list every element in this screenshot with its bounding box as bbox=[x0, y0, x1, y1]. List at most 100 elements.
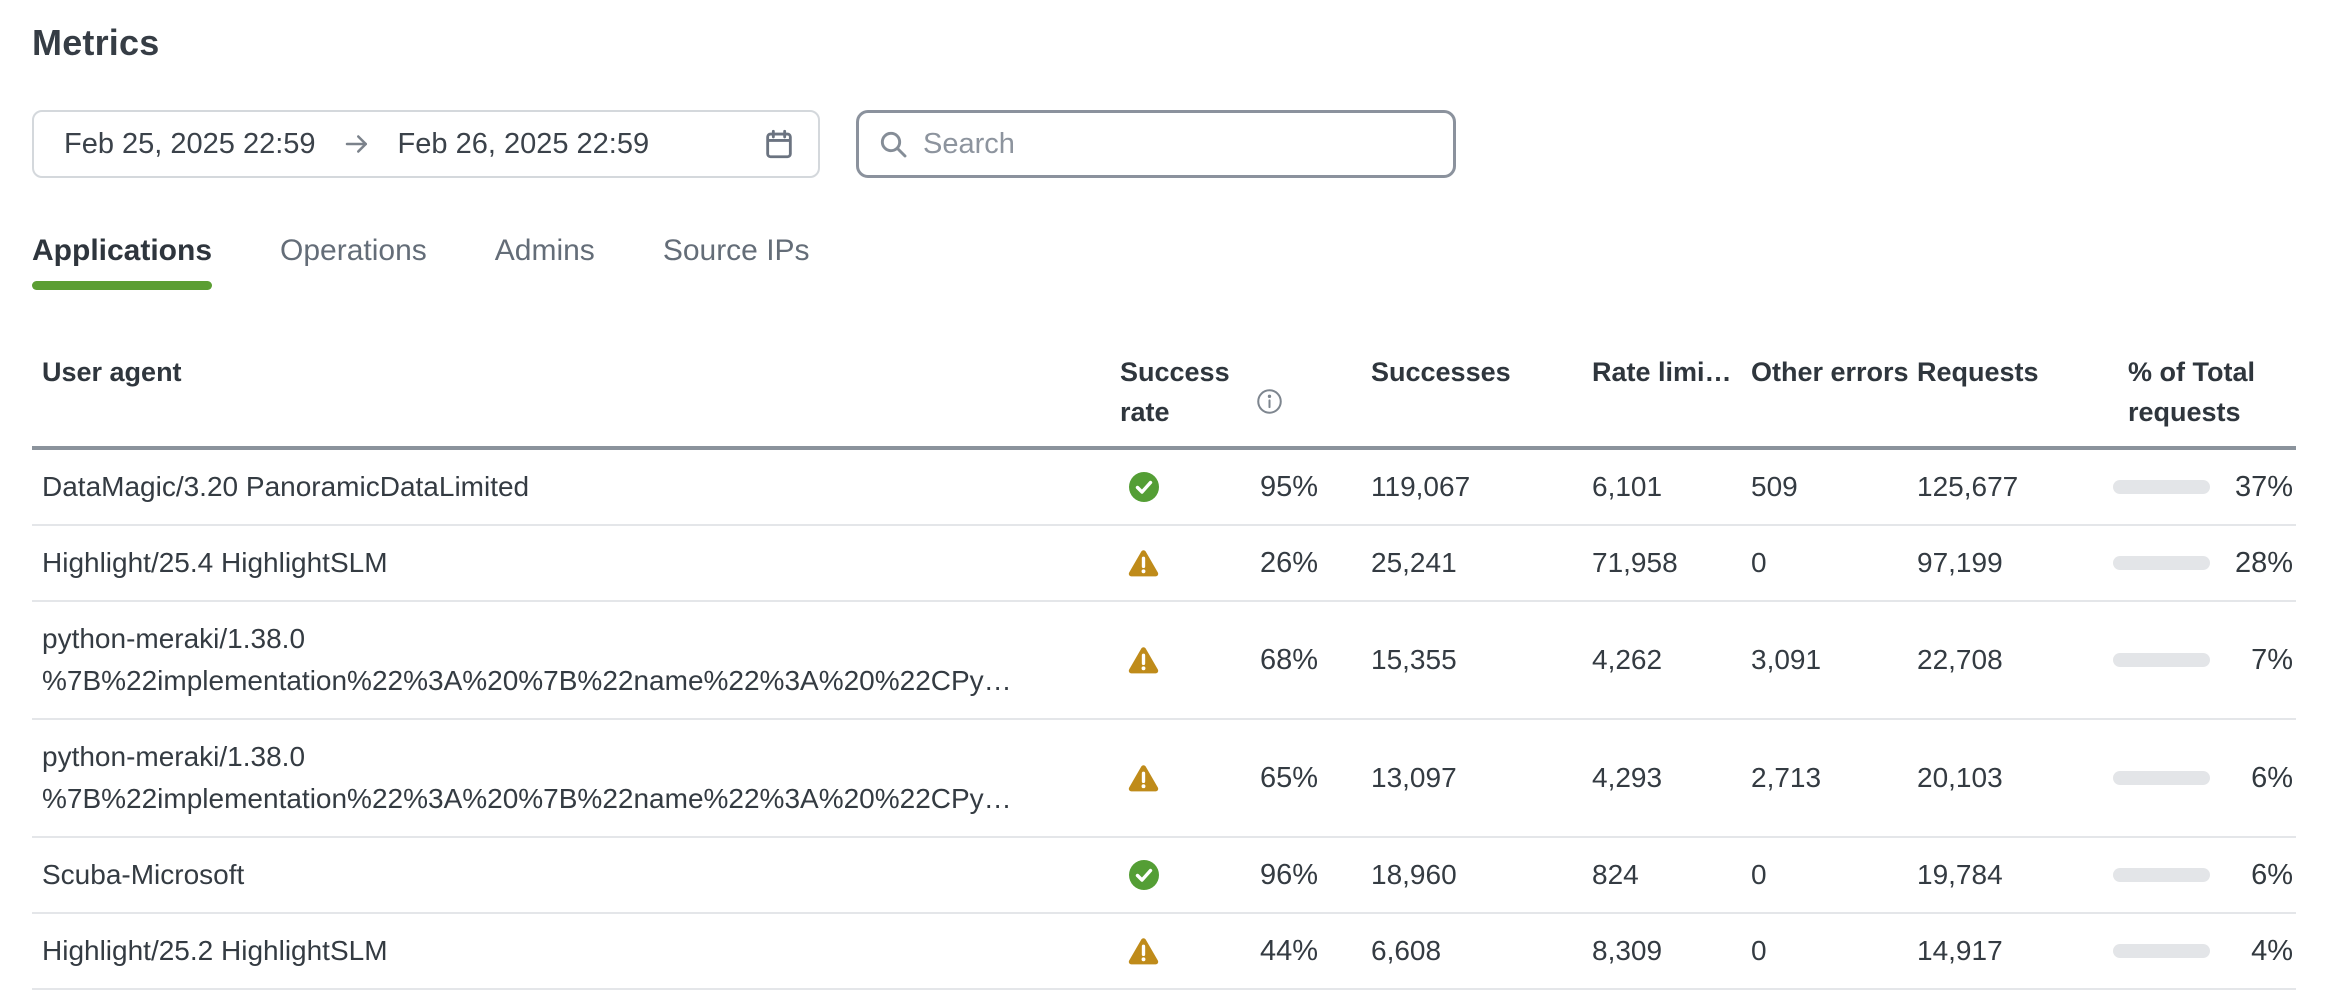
requests-cell: 125,677 bbox=[1910, 466, 2100, 508]
pct-bar-track bbox=[2113, 653, 2210, 667]
other-errors-cell: 0 bbox=[1745, 542, 1910, 584]
success-rate-cell: 95% bbox=[1120, 466, 1330, 508]
pct-bar-track bbox=[2113, 480, 2210, 494]
pct-bar-track bbox=[2113, 944, 2210, 958]
user-agent-text: python-meraki/1.38.0 %7B%22implementatio… bbox=[42, 741, 1012, 814]
info-icon[interactable] bbox=[1256, 388, 1283, 415]
table-row[interactable]: DataMagic/3.20 PanoramicDataLimited 95% … bbox=[32, 450, 2296, 524]
page-title: Metrics bbox=[32, 22, 2296, 64]
metrics-page: Metrics Feb 25, 2025 22:59 Feb 26, 2025 … bbox=[0, 0, 2328, 990]
other-errors-cell: 509 bbox=[1745, 466, 1910, 508]
successes-cell: 13,097 bbox=[1330, 757, 1582, 799]
active-tab-underline bbox=[32, 281, 212, 290]
success-rate-cell: 65% bbox=[1120, 757, 1330, 799]
date-range-picker[interactable]: Feb 25, 2025 22:59 Feb 26, 2025 22:59 bbox=[32, 110, 820, 178]
pct-total-value: 7% bbox=[2251, 639, 2293, 681]
table-row[interactable]: Scuba-Microsoft 96% 18,960 824 0 19,784 … bbox=[32, 836, 2296, 912]
metrics-table: User agent Success rate Successes Rate l… bbox=[32, 338, 2296, 990]
table-row[interactable]: python-meraki/1.38.0 %7B%22implementatio… bbox=[32, 600, 2296, 718]
successes-cell: 15,355 bbox=[1330, 639, 1582, 681]
tab-label: Admins bbox=[495, 234, 595, 267]
column-header-requests[interactable]: Requests bbox=[1910, 352, 2100, 392]
successes-cell: 18,960 bbox=[1330, 854, 1582, 896]
requests-cell: 14,917 bbox=[1910, 930, 2100, 972]
other-errors-cell: 0 bbox=[1745, 930, 1910, 972]
rate-limited-cell: 71,958 bbox=[1582, 542, 1745, 584]
search-box[interactable] bbox=[856, 110, 1456, 178]
success-rate-value: 65% bbox=[1260, 757, 1318, 799]
column-header-rate-limited[interactable]: Rate limi… bbox=[1582, 352, 1745, 392]
search-input[interactable] bbox=[923, 128, 1435, 161]
check-circle-icon bbox=[1128, 471, 1160, 503]
tab-bar: Applications Operations Admins Source IP… bbox=[32, 234, 2296, 290]
tab-label: Operations bbox=[280, 234, 427, 267]
pct-total-value: 28% bbox=[2235, 542, 2293, 584]
warning-triangle-icon bbox=[1128, 764, 1159, 793]
date-range-end[interactable]: Feb 26, 2025 22:59 bbox=[398, 128, 650, 161]
success-rate-cell: 68% bbox=[1120, 639, 1330, 681]
rate-limited-cell: 8,309 bbox=[1582, 930, 1745, 972]
user-agent-cell: Highlight/25.4 HighlightSLM bbox=[32, 542, 1120, 584]
success-rate-value: 26% bbox=[1260, 542, 1318, 584]
user-agent-text: python-meraki/1.38.0 %7B%22implementatio… bbox=[42, 623, 1012, 696]
arrow-right-icon bbox=[342, 129, 372, 159]
successes-cell: 6,608 bbox=[1330, 930, 1582, 972]
column-header-successes[interactable]: Successes bbox=[1330, 352, 1582, 392]
warning-triangle-icon bbox=[1128, 937, 1159, 966]
rate-limited-cell: 4,293 bbox=[1582, 757, 1745, 799]
user-agent-cell: DataMagic/3.20 PanoramicDataLimited bbox=[32, 466, 1120, 508]
pct-total-value: 4% bbox=[2251, 930, 2293, 972]
column-header-user-agent[interactable]: User agent bbox=[32, 352, 1120, 392]
calendar-icon[interactable] bbox=[762, 127, 796, 161]
user-agent-text: DataMagic/3.20 PanoramicDataLimited bbox=[42, 471, 529, 502]
user-agent-cell: Highlight/25.2 HighlightSLM bbox=[32, 930, 1120, 972]
pct-bar-track bbox=[2113, 556, 2210, 570]
check-circle-icon bbox=[1128, 859, 1160, 891]
table-row[interactable]: python-meraki/1.38.0 %7B%22implementatio… bbox=[32, 718, 2296, 836]
requests-cell: 22,708 bbox=[1910, 639, 2100, 681]
user-agent-cell: Scuba-Microsoft bbox=[32, 854, 1120, 896]
other-errors-cell: 2,713 bbox=[1745, 757, 1910, 799]
table-body: DataMagic/3.20 PanoramicDataLimited 95% … bbox=[32, 450, 2296, 990]
rate-limited-cell: 4,262 bbox=[1582, 639, 1745, 681]
pct-total-cell: 37% bbox=[2100, 466, 2296, 508]
table-row[interactable]: Highlight/25.4 HighlightSLM 26% 25,241 7… bbox=[32, 524, 2296, 600]
tab-operations[interactable]: Operations bbox=[280, 234, 427, 290]
tab-label: Source IPs bbox=[663, 234, 810, 267]
table-header-row: User agent Success rate Successes Rate l… bbox=[32, 338, 2296, 450]
pct-total-cell: 6% bbox=[2100, 757, 2296, 799]
success-rate-value: 95% bbox=[1260, 466, 1318, 508]
warning-triangle-icon bbox=[1128, 646, 1159, 675]
rate-limited-cell: 824 bbox=[1582, 854, 1745, 896]
successes-cell: 25,241 bbox=[1330, 542, 1582, 584]
user-agent-cell: python-meraki/1.38.0 %7B%22implementatio… bbox=[32, 736, 1120, 820]
table-row[interactable]: Highlight/25.2 HighlightSLM 44% 6,608 8,… bbox=[32, 912, 2296, 988]
requests-cell: 19,784 bbox=[1910, 854, 2100, 896]
pct-total-value: 6% bbox=[2251, 757, 2293, 799]
controls-row: Feb 25, 2025 22:59 Feb 26, 2025 22:59 bbox=[32, 110, 2296, 178]
success-rate-cell: 26% bbox=[1120, 542, 1330, 584]
pct-total-cell: 28% bbox=[2100, 542, 2296, 584]
column-header-success-rate[interactable]: Success rate bbox=[1120, 352, 1330, 432]
pct-bar-track bbox=[2113, 771, 2210, 785]
pct-total-cell: 7% bbox=[2100, 639, 2296, 681]
column-header-pct-total[interactable]: % of Total requests bbox=[2100, 352, 2296, 432]
pct-bar-track bbox=[2113, 868, 2210, 882]
other-errors-cell: 3,091 bbox=[1745, 639, 1910, 681]
requests-cell: 97,199 bbox=[1910, 542, 2100, 584]
other-errors-cell: 0 bbox=[1745, 854, 1910, 896]
search-icon bbox=[877, 128, 909, 160]
success-rate-value: 44% bbox=[1260, 930, 1318, 972]
tab-applications[interactable]: Applications bbox=[32, 234, 212, 290]
success-rate-cell: 44% bbox=[1120, 930, 1330, 972]
successes-cell: 119,067 bbox=[1330, 466, 1582, 508]
tab-admins[interactable]: Admins bbox=[495, 234, 595, 290]
tab-source-ips[interactable]: Source IPs bbox=[663, 234, 810, 290]
success-rate-value: 68% bbox=[1260, 639, 1318, 681]
user-agent-text: Highlight/25.4 HighlightSLM bbox=[42, 547, 388, 578]
tab-label: Applications bbox=[32, 234, 212, 267]
success-rate-value: 96% bbox=[1260, 854, 1318, 896]
column-header-other-errors[interactable]: Other errors bbox=[1745, 352, 1910, 392]
date-range-start[interactable]: Feb 25, 2025 22:59 bbox=[64, 128, 316, 161]
user-agent-text: Scuba-Microsoft bbox=[42, 859, 244, 890]
